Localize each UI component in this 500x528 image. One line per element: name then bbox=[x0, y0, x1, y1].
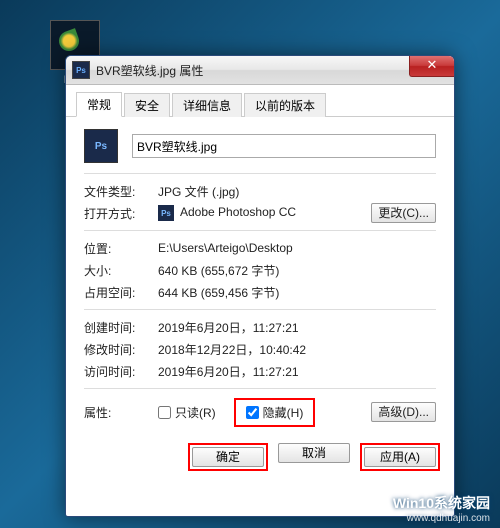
row-openwith: 打开方式: PsAdobe Photoshop CC 更改(C)... bbox=[84, 202, 436, 224]
cancel-button[interactable]: 取消 bbox=[278, 443, 350, 463]
ok-highlight: 确定 bbox=[188, 443, 268, 471]
tab-security[interactable]: 安全 bbox=[124, 93, 170, 117]
readonly-checkbox[interactable] bbox=[158, 406, 171, 419]
location-label: 位置: bbox=[84, 240, 158, 257]
size-label: 大小: bbox=[84, 262, 158, 279]
ok-button[interactable]: 确定 bbox=[192, 447, 264, 467]
row-modified: 修改时间: 2018年12月22日，10:40:42 bbox=[84, 338, 436, 360]
separator bbox=[84, 173, 436, 174]
hidden-checkbox-wrap[interactable]: 隐藏(H) bbox=[246, 404, 304, 421]
location-value: E:\Users\Arteigo\Desktop bbox=[158, 241, 436, 255]
title-icon: Ps bbox=[72, 61, 90, 79]
advanced-button[interactable]: 高级(D)... bbox=[371, 402, 436, 422]
openwith-label: 打开方式: bbox=[84, 205, 158, 222]
openwith-value: PsAdobe Photoshop CC bbox=[158, 205, 371, 221]
window-title: BVR塑软线.jpg 属性 bbox=[96, 62, 203, 79]
modified-value: 2018年12月22日，10:40:42 bbox=[158, 341, 436, 358]
attributes-label: 属性: bbox=[84, 404, 158, 421]
separator bbox=[84, 230, 436, 231]
filetype-icon: Ps bbox=[84, 129, 118, 163]
filetype-label: 文件类型: bbox=[84, 183, 158, 200]
tab-strip: 常规 安全 详细信息 以前的版本 bbox=[66, 85, 454, 117]
properties-body: Ps 文件类型: JPG 文件 (.jpg) 打开方式: PsAdobe Pho… bbox=[66, 117, 454, 437]
row-size: 大小: 640 KB (655,672 字节) bbox=[84, 259, 436, 281]
attributes-group: 只读(R) 隐藏(H) bbox=[158, 398, 371, 427]
accessed-label: 访问时间: bbox=[84, 363, 158, 380]
row-location: 位置: E:\Users\Arteigo\Desktop bbox=[84, 237, 436, 259]
separator bbox=[84, 309, 436, 310]
separator bbox=[84, 388, 436, 389]
disksize-label: 占用空间: bbox=[84, 284, 158, 301]
apply-highlight: 应用(A) bbox=[360, 443, 440, 471]
properties-window: Ps BVR塑软线.jpg 属性 ✕ 常规 安全 详细信息 以前的版本 Ps 文… bbox=[65, 55, 455, 517]
photoshop-icon: Ps bbox=[158, 205, 174, 221]
desktop: BVR .j Ps BVR塑软线.jpg 属性 ✕ 常规 安全 详细信息 以前的… bbox=[0, 0, 500, 528]
created-value: 2019年6月20日，11:27:21 bbox=[158, 319, 436, 336]
hidden-text: 隐藏(H) bbox=[263, 404, 304, 421]
watermark: Win10系统家园 www.qdhuajin.com bbox=[393, 493, 490, 524]
hidden-checkbox[interactable] bbox=[246, 406, 259, 419]
apply-button[interactable]: 应用(A) bbox=[364, 447, 436, 467]
accessed-value: 2019年6月20日，11:27:21 bbox=[158, 363, 436, 380]
modified-label: 修改时间: bbox=[84, 341, 158, 358]
readonly-checkbox-wrap[interactable]: 只读(R) bbox=[158, 404, 216, 421]
watermark-title: Win10系统家园 bbox=[393, 493, 490, 513]
file-header: Ps bbox=[84, 129, 436, 163]
change-button[interactable]: 更改(C)... bbox=[371, 203, 436, 223]
disksize-value: 644 KB (659,456 字节) bbox=[158, 284, 436, 301]
tab-details[interactable]: 详细信息 bbox=[172, 93, 242, 117]
created-label: 创建时间: bbox=[84, 319, 158, 336]
watermark-url: www.qdhuajin.com bbox=[393, 513, 490, 524]
readonly-text: 只读(R) bbox=[175, 404, 216, 421]
titlebar[interactable]: Ps BVR塑软线.jpg 属性 ✕ bbox=[66, 56, 454, 85]
dialog-footer: 确定 取消 应用(A) bbox=[66, 437, 454, 481]
row-filetype: 文件类型: JPG 文件 (.jpg) bbox=[84, 180, 436, 202]
close-button[interactable]: ✕ bbox=[409, 56, 454, 77]
size-value: 640 KB (655,672 字节) bbox=[158, 262, 436, 279]
tab-previous-versions[interactable]: 以前的版本 bbox=[244, 93, 326, 117]
row-accessed: 访问时间: 2019年6月20日，11:27:21 bbox=[84, 360, 436, 382]
hidden-highlight: 隐藏(H) bbox=[234, 398, 316, 427]
row-created: 创建时间: 2019年6月20日，11:27:21 bbox=[84, 316, 436, 338]
row-disksize: 占用空间: 644 KB (659,456 字节) bbox=[84, 281, 436, 303]
tab-general[interactable]: 常规 bbox=[76, 92, 122, 117]
filetype-value: JPG 文件 (.jpg) bbox=[158, 183, 436, 200]
filename-input[interactable] bbox=[132, 134, 436, 158]
row-attributes: 属性: 只读(R) 隐藏(H) 高级(D)... bbox=[84, 395, 436, 429]
